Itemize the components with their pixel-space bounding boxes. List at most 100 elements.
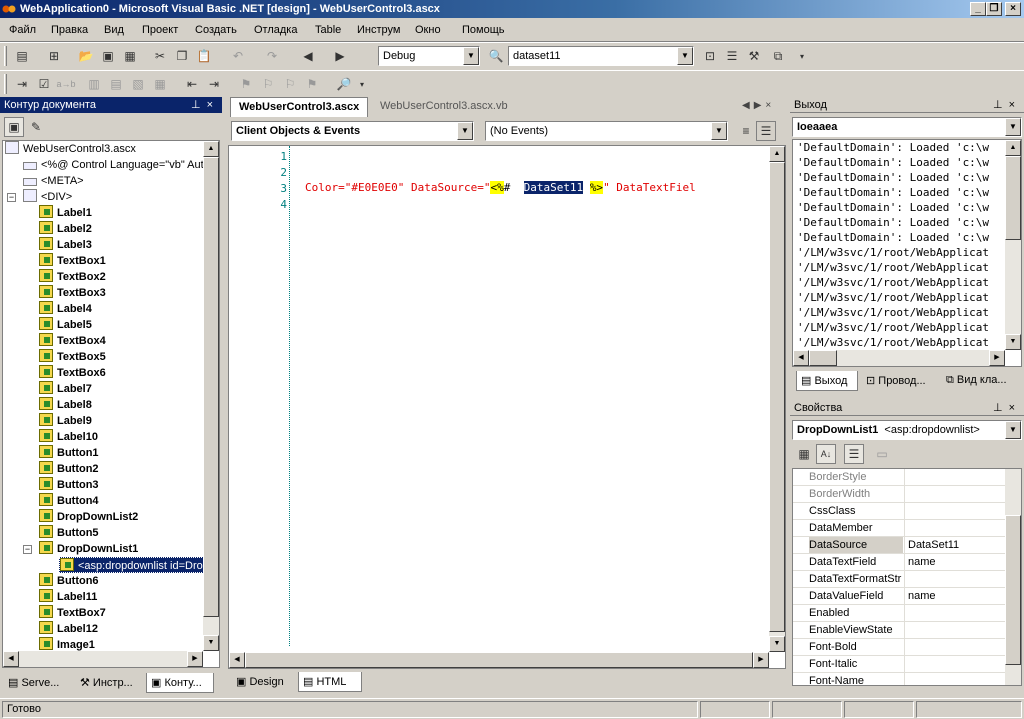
tree-item[interactable]: DropDownList1	[39, 541, 138, 557]
scroll-left-icon[interactable]: ◀	[3, 651, 19, 667]
config-combo[interactable]: Debug ▼	[378, 46, 480, 66]
tree-item[interactable]: DropDownList2	[39, 509, 138, 525]
view-icon[interactable]: ≡	[736, 121, 756, 141]
tab-class-view[interactable]: ⧉ Вид кла...	[942, 371, 1020, 391]
undo-icon[interactable]: ↶	[228, 46, 248, 66]
check-icon[interactable]: ☑	[34, 74, 54, 94]
property-row[interactable]: BorderStyle	[793, 469, 1009, 486]
copy-icon[interactable]: ❐	[172, 46, 192, 66]
chevron-down-icon[interactable]: ▼	[457, 122, 473, 140]
tab-document-outline[interactable]: ▣ Конту...	[146, 673, 214, 693]
open-folder-icon[interactable]: 📂	[76, 46, 96, 66]
tree-item[interactable]: Label10	[39, 429, 98, 445]
menu-help[interactable]: Помощь	[462, 24, 505, 36]
properties-vscroll[interactable]	[1005, 469, 1021, 685]
chevron-down-icon[interactable]: ▼	[711, 122, 727, 140]
property-value[interactable]: name	[904, 588, 1008, 604]
tree-item[interactable]: Label8	[39, 397, 92, 413]
property-row[interactable]: DataTextFormatStr	[793, 571, 1009, 588]
tree-item[interactable]: Button2	[39, 461, 99, 477]
solution-explorer-icon[interactable]: ⊡	[700, 46, 720, 66]
outline-hscroll[interactable]: ◀ ▶	[3, 651, 203, 667]
tree-item[interactable]: Button1	[39, 445, 99, 461]
tab-html[interactable]: ▤ HTML	[298, 672, 362, 692]
output-vscroll[interactable]: ▲ ▼	[1005, 140, 1021, 350]
tree-item[interactable]: TextBox2	[39, 269, 106, 285]
chevron-down-icon[interactable]: ▼	[1005, 421, 1021, 439]
collapse-icon[interactable]: −	[7, 193, 16, 202]
editor-vscroll[interactable]: ▲ ▼	[769, 146, 785, 652]
property-row[interactable]: EnableViewState	[793, 622, 1009, 639]
menu-project[interactable]: Проект	[142, 24, 178, 36]
class-view-icon[interactable]: ⧉	[768, 46, 788, 66]
toolbar-options-icon[interactable]: ▾	[352, 74, 372, 94]
pin-close-icons[interactable]: ⊥×	[993, 98, 1021, 111]
property-value[interactable]: name	[904, 554, 1008, 570]
outline-vscroll[interactable]: ▲ ▼	[203, 141, 219, 651]
tree-item[interactable]: Label4	[39, 301, 92, 317]
tab-nav-icons[interactable]: ◀▶×	[742, 100, 775, 111]
menu-file[interactable]: Файл	[9, 24, 36, 36]
property-row[interactable]: DataTextField name	[793, 554, 1009, 571]
tree-item[interactable]: TextBox5	[39, 349, 106, 365]
property-value[interactable]: DataSet11	[904, 537, 1008, 553]
scroll-right-icon[interactable]: ▶	[753, 652, 769, 668]
tab-design[interactable]: ▣ Design	[232, 672, 294, 692]
scroll-up-icon[interactable]: ▲	[203, 141, 219, 157]
redo-icon[interactable]: ↷	[262, 46, 282, 66]
chevron-down-icon[interactable]: ▼	[677, 47, 693, 65]
save-icon[interactable]: ▣	[98, 46, 118, 66]
find-in-files-icon[interactable]: 🔍	[486, 46, 506, 66]
scroll-left-icon[interactable]: ◀	[229, 652, 245, 668]
indent-right-icon[interactable]: ⇥	[204, 74, 224, 94]
tab-toolbox[interactable]: ⚒ Инстр...	[76, 673, 144, 693]
scroll-right-icon[interactable]: ▶	[187, 651, 203, 667]
tree-item[interactable]: Label2	[39, 221, 92, 237]
menu-edit[interactable]: Правка	[51, 24, 88, 36]
scroll-up-icon[interactable]: ▲	[769, 146, 785, 162]
start-debug-icon[interactable]: ▶	[330, 46, 350, 66]
save-format-icon[interactable]: ▤	[106, 74, 126, 94]
tree-item-selected[interactable]: <asp:dropdownlist id=Dro	[59, 557, 206, 573]
output-hscroll[interactable]: ◀ ▶	[793, 350, 1005, 366]
toolbar-options-icon[interactable]: ▾	[792, 46, 812, 66]
tree-item[interactable]: TextBox1	[39, 253, 106, 269]
grid-icon[interactable]: ▦	[150, 74, 170, 94]
pin-close-icons[interactable]: ⊥×	[993, 401, 1021, 414]
view-full-icon[interactable]: ☰	[756, 121, 776, 141]
scroll-down-icon[interactable]: ▼	[769, 636, 785, 652]
toolbox-icon[interactable]: ⚒	[744, 46, 764, 66]
scroll-thumb[interactable]	[203, 157, 219, 617]
minimize-button[interactable]: _	[970, 2, 986, 16]
restore-button[interactable]: ❐	[986, 2, 1002, 16]
close-window-button[interactable]: ×	[1005, 2, 1021, 16]
clear-bookmarks-icon[interactable]: ⚑	[302, 74, 322, 94]
indent-icon[interactable]: ⇥	[12, 74, 32, 94]
menu-table[interactable]: Table	[315, 24, 341, 36]
properties-icon[interactable]: ☰	[722, 46, 742, 66]
events-combo[interactable]: (No Events) ▼	[485, 121, 728, 141]
property-row[interactable]: Font-Bold	[793, 639, 1009, 656]
property-value[interactable]	[904, 486, 1008, 502]
property-value[interactable]	[904, 503, 1008, 519]
bookmark-icon[interactable]: ⚑	[236, 74, 256, 94]
property-row[interactable]: BorderWidth	[793, 486, 1009, 503]
menu-debug[interactable]: Отладка	[254, 24, 297, 36]
tab-output[interactable]: ▤ Выход	[796, 371, 858, 391]
scroll-thumb[interactable]	[809, 350, 837, 366]
cut-icon[interactable]: ✂	[150, 46, 170, 66]
objects-combo[interactable]: Client Objects & Events ▼	[231, 121, 474, 141]
scroll-up-icon[interactable]: ▲	[1005, 140, 1021, 156]
categorized-icon[interactable]: ▦	[794, 444, 814, 464]
format-icon[interactable]: ▥	[84, 74, 104, 94]
find-combo[interactable]: dataset11 ▼	[508, 46, 694, 66]
property-row[interactable]: CssClass	[793, 503, 1009, 520]
scroll-left-icon[interactable]: ◀	[793, 350, 809, 366]
output-text[interactable]: 'DefaultDomain': Loaded 'c:\w 'DefaultDo…	[792, 139, 1022, 367]
outdent-icon[interactable]: ⇤	[182, 74, 202, 94]
property-value[interactable]	[904, 571, 1008, 587]
tree-item[interactable]: TextBox7	[39, 605, 106, 621]
collapse-icon[interactable]: −	[23, 545, 32, 554]
next-bookmark-icon[interactable]: ⚐	[258, 74, 278, 94]
property-value[interactable]	[904, 656, 1008, 672]
